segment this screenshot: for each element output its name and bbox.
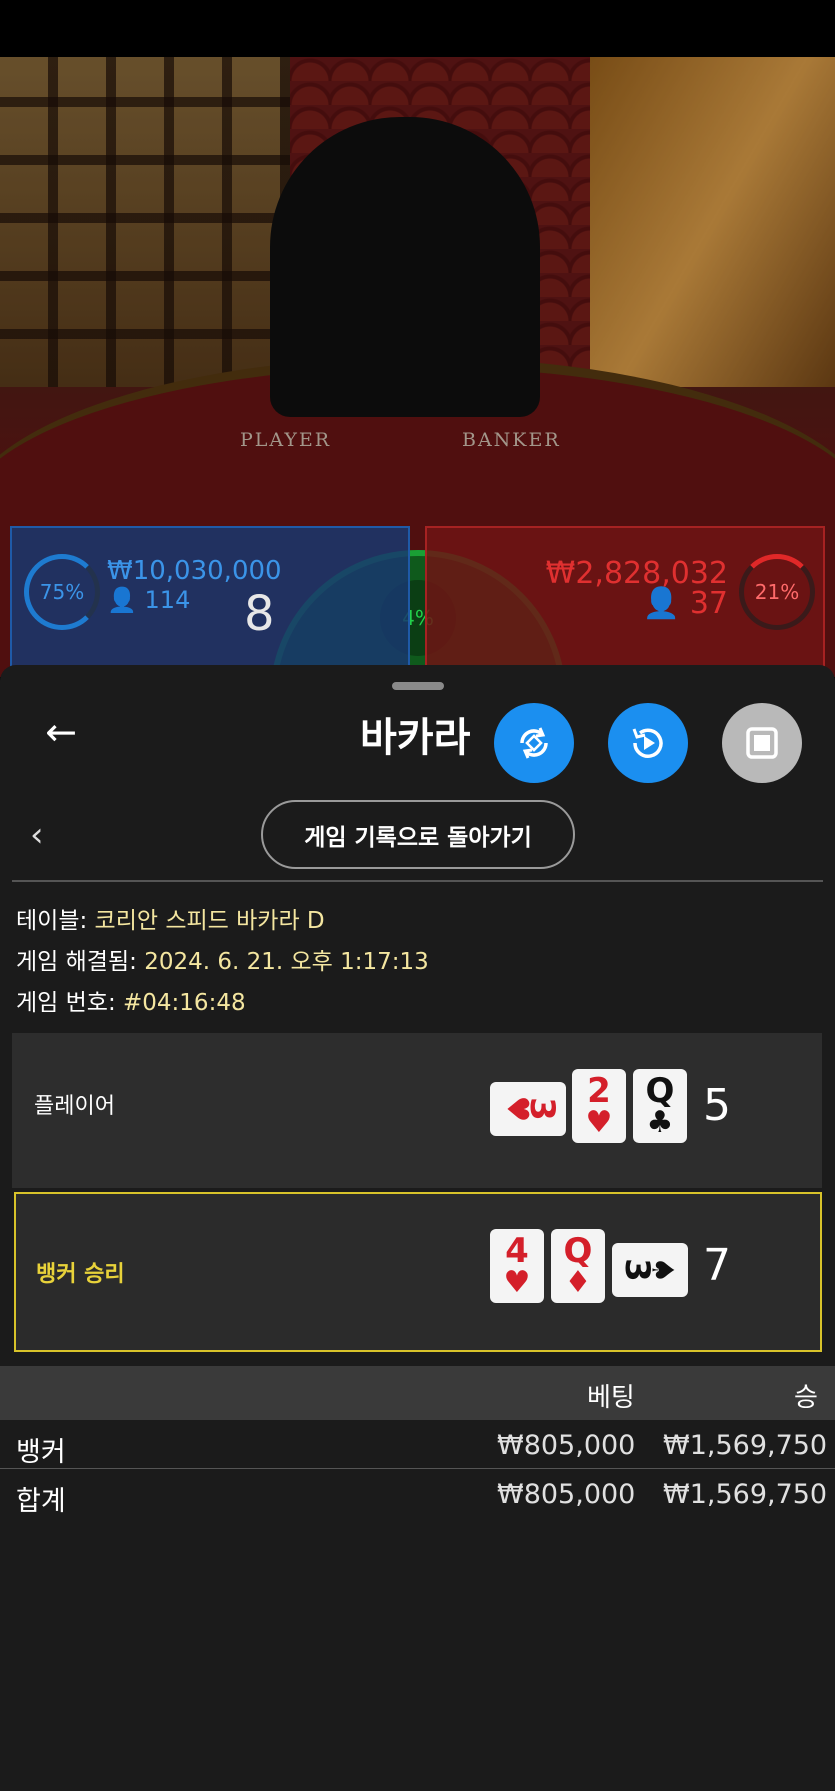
user-icon: 👤 (642, 586, 681, 621)
playing-card: Q ♣ (633, 1069, 687, 1143)
card-rank: 4 (505, 1231, 529, 1271)
banker-count-value: 37 (689, 586, 728, 621)
banker-count: 👤 37 (643, 586, 728, 621)
sheet-title: 바카라 (360, 715, 471, 761)
info-game-number: 게임 번호: #04:16:48 (16, 983, 246, 1017)
card-suit: ♣ (646, 1105, 674, 1140)
info-resolved: 게임 해결됨: 2024. 6. 21. 오후 1:17:13 (16, 942, 429, 976)
banker-percent: 21% (754, 580, 800, 604)
previous-button[interactable]: ‹ (30, 815, 44, 855)
card-rank: Q (563, 1231, 593, 1271)
player-hand-row: 플레이어 (12, 1033, 822, 1188)
stop-button[interactable] (722, 703, 802, 783)
sheet-drag-handle[interactable] (392, 682, 444, 690)
banker-hand-score: 7 (703, 1240, 731, 1291)
player-percent-ring: 75% (24, 554, 100, 630)
header-bet: 베팅 (587, 1383, 635, 1413)
player-count-value: 114 (144, 586, 191, 614)
banker-hand-row: 뱅커 승리 (14, 1192, 822, 1352)
divider (12, 880, 823, 882)
card-rank: 3 (521, 1097, 562, 1121)
row-total-win: ₩1,569,750 (663, 1479, 828, 1510)
row-bet-amount: ₩805,000 (497, 1430, 636, 1461)
rotate-sync-icon (520, 727, 548, 759)
status-bar (0, 0, 835, 57)
row-total-bet: ₩805,000 (497, 1479, 636, 1510)
table-row: 뱅커 ₩805,000 ₩1,569,750 (0, 1421, 835, 1469)
user-icon: 👤 (107, 586, 137, 614)
header-win: 승 (794, 1383, 818, 1413)
player-row-label: 플레이어 (34, 1094, 115, 1119)
card-suit: ♠ (644, 1256, 680, 1284)
playing-card: ♥ 3 (490, 1082, 566, 1136)
replay-icon (632, 728, 663, 758)
banker-percent-ring: 21% (739, 554, 815, 630)
return-to-history-button[interactable]: 게임 기록으로 돌아가기 (261, 800, 575, 869)
info-label: 게임 번호: (16, 990, 116, 1016)
row-bet-name: 뱅커 (16, 1437, 66, 1468)
bets-table-header (0, 1366, 835, 1420)
sync-button[interactable] (494, 703, 574, 783)
table-row-total: 합계 ₩805,000 ₩1,569,750 (0, 1470, 835, 1518)
card-suit: ♥ (585, 1105, 613, 1140)
info-label: 게임 해결됨: (16, 949, 137, 975)
playing-card: 3 ♠ (612, 1243, 688, 1297)
player-total-amount: ₩10,030,000 (107, 556, 282, 586)
arrow-left-icon: ← (45, 710, 77, 754)
card-suit: ♦ (564, 1265, 592, 1300)
playing-card: Q ♦ (551, 1229, 605, 1303)
square-icon (746, 727, 778, 759)
player-score: 8 (244, 586, 275, 642)
info-table: 테이블: 코리안 스피드 바카라 D (16, 901, 325, 935)
playing-card: 2 ♥ (572, 1069, 626, 1143)
playing-card: 4 ♥ (490, 1229, 544, 1303)
player-count: 👤 114 (107, 586, 190, 614)
info-value: 2024. 6. 21. 오후 1:17:13 (144, 949, 429, 975)
chevron-left-icon: ‹ (30, 815, 44, 855)
card-rank: 2 (587, 1071, 611, 1111)
info-value: #04:16:48 (123, 990, 246, 1016)
player-hand-score: 5 (703, 1080, 731, 1131)
info-label: 테이블: (16, 908, 88, 934)
banker-win-label: 뱅커 승리 (36, 1262, 125, 1287)
card-rank: Q (645, 1071, 675, 1111)
player-percent: 75% (39, 580, 85, 604)
player-bet-panel[interactable]: 75% ₩10,030,000 👤 114 8 (10, 526, 410, 676)
row-win-amount: ₩1,569,750 (663, 1430, 828, 1461)
replay-button[interactable] (608, 703, 688, 783)
back-button[interactable]: ← (36, 710, 86, 754)
row-total-name: 합계 (16, 1486, 66, 1517)
banker-bet-panel[interactable]: ₩2,828,032 👤 37 21% (425, 526, 825, 676)
info-value: 코리안 스피드 바카라 D (94, 908, 325, 934)
card-suit: ♥ (503, 1265, 531, 1300)
